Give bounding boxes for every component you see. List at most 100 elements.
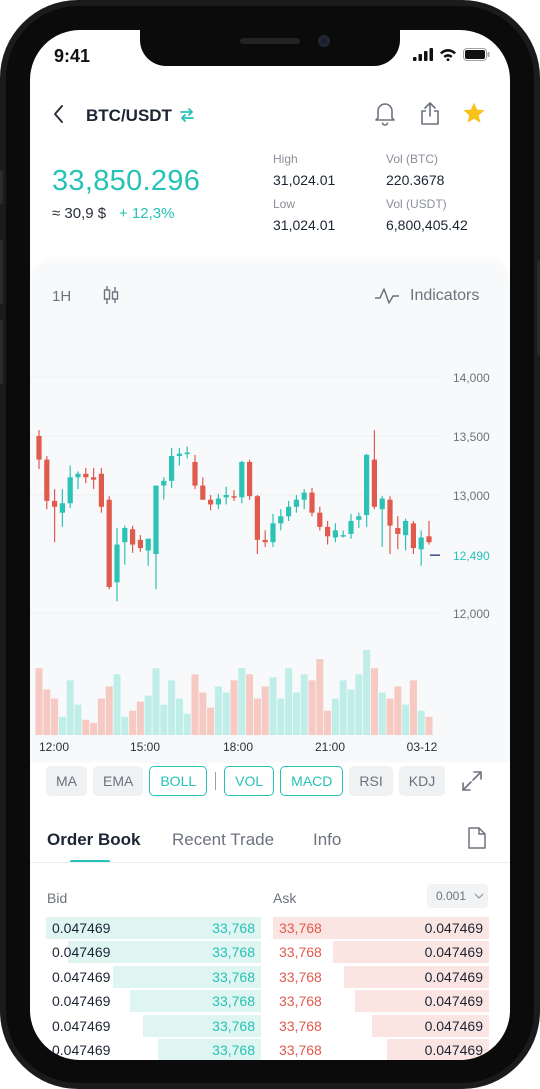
ask-row[interactable]: 33,768 0.047469 (273, 990, 489, 1013)
volume-bar (269, 677, 277, 735)
candle-body (176, 453, 182, 457)
x-tick-label: 18:00 (223, 740, 253, 754)
volume-bar (136, 701, 144, 735)
candle-body (169, 456, 175, 481)
volume-bar (43, 689, 51, 735)
document-icon[interactable] (467, 826, 487, 850)
volume-bar (253, 698, 261, 735)
candle-body (67, 477, 73, 504)
ask-label: Ask (273, 890, 297, 906)
x-tick-label: 15:00 (130, 740, 160, 754)
volume-bar (199, 692, 207, 735)
bid-price: 0.047469 (52, 944, 111, 961)
candle-body (387, 499, 393, 526)
candle-body (130, 529, 136, 545)
candle-body (184, 452, 190, 455)
volume-bar (339, 680, 347, 735)
tab-recent-trade[interactable]: Recent Trade (172, 830, 274, 850)
volume-bar (90, 722, 98, 735)
candle-body (278, 516, 284, 524)
bid-amount: 33,768 (212, 920, 255, 936)
candle-body (161, 480, 167, 486)
volume-bar (35, 668, 43, 735)
volume-bar (82, 719, 90, 735)
candle-body (364, 454, 370, 516)
tab-info[interactable]: Info (313, 830, 341, 850)
volume-bar (207, 707, 215, 735)
bid-row[interactable]: 0.047469 33,768 (46, 917, 261, 939)
ask-row[interactable]: 33,768 0.047469 (273, 965, 489, 988)
volume-up-button (0, 240, 3, 304)
volume-bar (175, 698, 183, 735)
volume-bar (378, 692, 386, 735)
candle-body (293, 499, 299, 507)
y-tick-label: 12,490 (453, 549, 490, 563)
volume-bar (222, 692, 230, 735)
candle-body (91, 477, 97, 480)
volume-bar (97, 698, 105, 735)
candle-body (231, 496, 237, 498)
candle-body (403, 520, 409, 536)
ask-amount: 33,768 (279, 944, 322, 961)
indicator-ma-button[interactable]: MA (46, 766, 87, 796)
bid-amount: 33,768 (212, 1042, 255, 1058)
bid-price: 0.047469 (52, 1042, 111, 1058)
volume-bar (386, 698, 394, 735)
candle-body (36, 436, 42, 460)
candle-body (270, 523, 276, 543)
candle-body (239, 461, 245, 498)
bid-row[interactable]: 0.047469 33,768 (46, 1014, 261, 1037)
ask-row[interactable]: 33,768 0.047469 (273, 1014, 489, 1037)
tab-order-book[interactable]: Order Book (47, 830, 141, 850)
x-tick-label: 12:00 (39, 740, 69, 754)
volume-bar (191, 674, 199, 735)
volume-bar (238, 668, 246, 735)
indicator-vol-button[interactable]: VOL (224, 766, 275, 796)
x-tick-label: 21:00 (315, 740, 345, 754)
order-book-tabs: Order Book Recent Trade Info (46, 827, 496, 864)
bid-row[interactable]: 0.047469 33,768 (46, 965, 261, 988)
candlestick-chart[interactable]: 14,000 13,500 13,000 12,490 12,000 12:00 15:00… (30, 30, 510, 760)
bid-row[interactable]: 0.047469 33,768 (46, 1039, 261, 1060)
candle-body (356, 516, 362, 520)
volume-bar (308, 680, 316, 735)
candle-body (371, 459, 377, 507)
bid-amount: 33,768 (212, 1017, 255, 1034)
indicator-ema-button[interactable]: EMA (93, 766, 144, 796)
candle-body (286, 506, 292, 517)
bid-row[interactable]: 0.047469 33,768 (46, 941, 261, 964)
volume-bar (402, 704, 410, 735)
ask-row[interactable]: 33,768 0.047469 (273, 1039, 489, 1060)
indicator-kdj-button[interactable]: KDJ (398, 766, 446, 796)
candle-body (348, 520, 354, 534)
volume-bar (363, 650, 371, 735)
precision-dropdown[interactable]: 0.001 (427, 884, 488, 908)
mute-switch (0, 170, 3, 204)
candle-body (247, 461, 253, 497)
indicator-rsi-button[interactable]: RSI (349, 766, 393, 796)
volume-bar (230, 680, 238, 735)
indicator-boll-button[interactable]: BOLL (149, 766, 208, 796)
ask-row[interactable]: 33,768 0.047469 (273, 917, 489, 939)
candle-body (114, 544, 120, 583)
indicator-macd-button[interactable]: MACD (280, 766, 344, 796)
volume-bar (129, 710, 137, 735)
ask-row[interactable]: 33,768 0.047469 (273, 941, 489, 964)
volume-bar (183, 713, 191, 735)
y-tick-label: 12,000 (453, 607, 490, 621)
volume-bar (425, 716, 433, 735)
bid-label: Bid (47, 890, 68, 906)
volume-down-button (0, 320, 3, 384)
volume-bar (370, 668, 378, 735)
volume-bar (246, 674, 254, 735)
ask-amount: 33,768 (279, 1017, 322, 1034)
bid-row[interactable]: 0.047469 33,768 (46, 990, 261, 1013)
candle-body (426, 536, 432, 543)
candle-body (332, 530, 338, 538)
candle-body (262, 539, 268, 543)
x-tick-label: 03-12 (407, 740, 438, 754)
bid-price: 0.047469 (52, 993, 111, 1010)
volume-bar (160, 704, 168, 735)
y-tick-label: 13,500 (453, 430, 490, 444)
fullscreen-button[interactable] (460, 769, 484, 798)
